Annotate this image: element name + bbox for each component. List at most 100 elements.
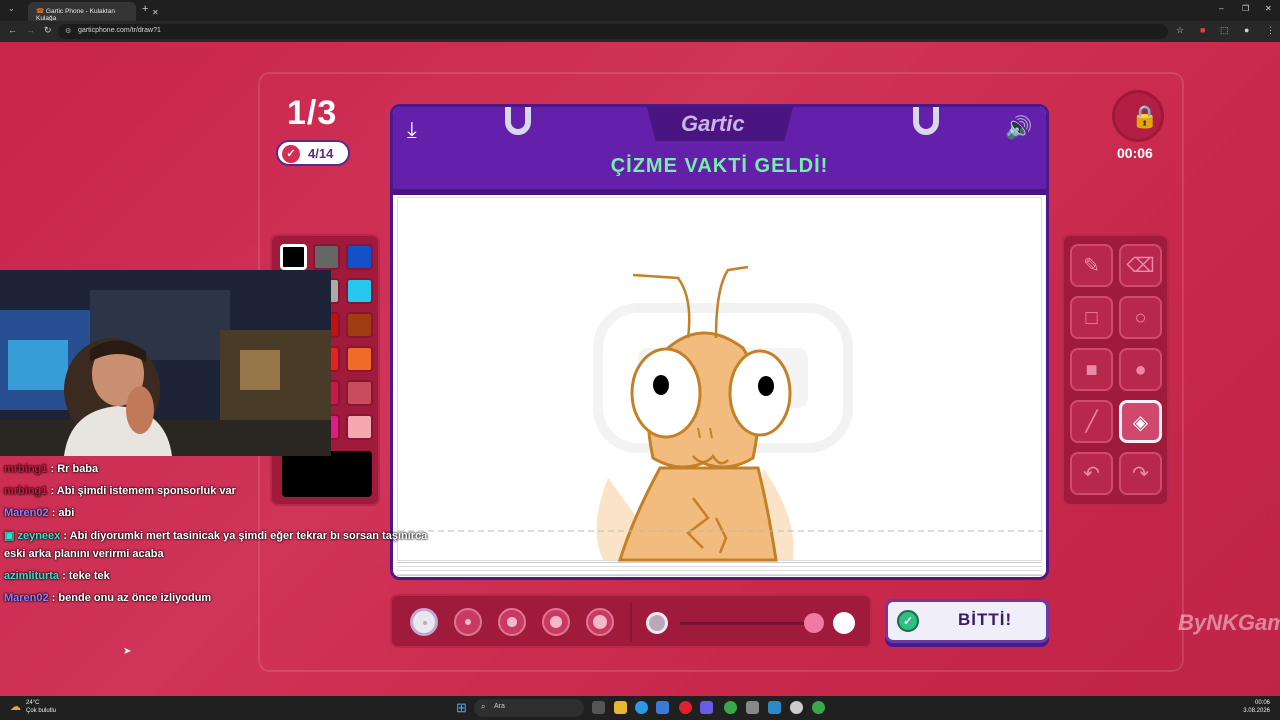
chat-message: azimliturta : teke tek xyxy=(4,570,110,582)
color-swatch[interactable] xyxy=(346,278,373,304)
weather-desc: Çok bulutlu xyxy=(26,708,57,714)
address-bar[interactable]: ⚙ garticphone.com/tr/draw?1 xyxy=(58,24,1168,39)
taskbar-search[interactable]: ⌕ Ara xyxy=(474,699,584,717)
brush-size-button[interactable] xyxy=(410,608,438,636)
chat-text: teke tek xyxy=(68,570,110,582)
brush-size-button[interactable] xyxy=(498,608,526,636)
edge-icon[interactable] xyxy=(635,701,648,714)
start-icon[interactable]: ⊞ xyxy=(456,700,467,716)
players-done-count: 4/14 xyxy=(308,146,334,161)
file-explorer-icon[interactable] xyxy=(614,701,627,714)
store-icon[interactable] xyxy=(656,701,669,714)
browser-toolbar: ← → ↻ ⚙ garticphone.com/tr/draw?1 ☆ ■ ⬚ … xyxy=(0,21,1280,42)
app-icon[interactable] xyxy=(790,701,803,714)
brush-size-button[interactable] xyxy=(454,608,482,636)
players-done-pill: ✓ 4/14 xyxy=(276,140,350,166)
weather-icon[interactable]: ☁ xyxy=(10,700,21,713)
youtube-icon[interactable] xyxy=(679,701,692,714)
opacity-slider-handle[interactable] xyxy=(804,613,824,633)
minimize-button[interactable]: – xyxy=(1219,4,1223,13)
chat-username: Maren02 xyxy=(4,507,49,519)
eye-left xyxy=(630,347,702,439)
chat-message: Maren02 : abi xyxy=(4,507,75,519)
done-button[interactable]: ✓ BİTTİ! xyxy=(885,599,1049,643)
ellipse-fill-tool[interactable]: ● xyxy=(1119,348,1162,391)
brush-size-dot xyxy=(422,620,428,626)
check-icon: ✓ xyxy=(282,145,300,163)
redo-button[interactable]: ↷ xyxy=(1119,452,1162,495)
phase-title: ÇİZME VAKTİ GELDİ! xyxy=(610,155,829,177)
reload-icon[interactable]: ↻ xyxy=(44,25,52,36)
search-icon: ⌕ xyxy=(481,702,486,711)
browser-tab[interactable]: ☎ Gartic Phone - Kulaktan Kulağa ✕ xyxy=(28,2,159,22)
chat-message: ▣ zeyneex : Abi diyorumki mert tasinicak… xyxy=(4,530,428,542)
brush-size-button[interactable] xyxy=(586,608,614,636)
tab-title: Gartic Phone - Kulaktan Kulağa xyxy=(36,8,115,22)
clock-date: 3.08.2026 xyxy=(1243,708,1270,714)
chrome-icon[interactable] xyxy=(812,701,825,714)
color-swatch[interactable] xyxy=(346,312,373,338)
profile-icon[interactable]: ● xyxy=(1244,25,1249,35)
chat-username: Maren02 xyxy=(4,592,49,604)
system-clock[interactable]: 00:06 3.08.2026 xyxy=(1240,699,1270,715)
pencil-tool[interactable]: ✎ xyxy=(1070,244,1113,287)
weather-temp: 24°C xyxy=(26,700,40,706)
color-swatch[interactable] xyxy=(346,414,373,440)
discord-icon[interactable] xyxy=(700,701,713,714)
back-icon[interactable]: ← xyxy=(8,25,17,35)
weather-widget[interactable]: 24°C Çok bulutlu xyxy=(26,699,56,715)
forward-icon[interactable]: → xyxy=(26,25,35,35)
color-swatch[interactable] xyxy=(346,244,373,270)
pupil-right xyxy=(758,376,774,396)
extensions-puzzle-icon[interactable]: ⬚ xyxy=(1220,25,1229,36)
extension-icon[interactable]: ■ xyxy=(1200,25,1205,35)
rectangle-fill-tool[interactable]: ■ xyxy=(1070,348,1113,391)
drawing-canvas[interactable] xyxy=(397,197,1043,562)
close-window-button[interactable]: ✕ xyxy=(1265,4,1272,13)
tab-search-icon[interactable]: ⌄ xyxy=(8,4,15,13)
color-swatch[interactable] xyxy=(346,346,373,372)
volume-icon[interactable]: 🔊 xyxy=(1005,115,1032,141)
brush-options-bar xyxy=(390,594,872,648)
chat-text: bende onu az önce izliyodum xyxy=(58,592,212,604)
brush-size-button[interactable] xyxy=(542,608,570,636)
webcam-overlay xyxy=(0,270,331,456)
bookmark-star-icon[interactable]: ☆ xyxy=(1176,25,1184,36)
app-icon[interactable] xyxy=(768,701,781,714)
chrome-icon[interactable] xyxy=(724,701,737,714)
menu-kebab-icon[interactable]: ⋮ xyxy=(1266,25,1275,36)
stream-watermark: ByNKGame xyxy=(1178,610,1280,635)
fill-tool[interactable]: ◈ xyxy=(1119,400,1162,443)
maximize-button[interactable]: ❐ xyxy=(1242,4,1249,13)
pencil-icon: ✎ xyxy=(1083,255,1100,277)
ellipse-outline-tool[interactable]: ○ xyxy=(1119,296,1162,339)
eraser-tool[interactable]: ⌫ xyxy=(1119,244,1162,287)
tab-close-icon[interactable]: ✕ xyxy=(152,8,159,17)
download-icon[interactable]: ⤓ xyxy=(407,117,417,143)
opacity-slider-track[interactable] xyxy=(680,622,818,625)
color-swatch[interactable] xyxy=(313,244,340,270)
line-tool[interactable]: ╱ xyxy=(1070,400,1113,443)
chat-text: Rr baba xyxy=(57,463,99,475)
site-info-icon[interactable]: ⚙ xyxy=(65,27,71,35)
chat-message-continuation: eski arka planını verirmi acaba xyxy=(4,548,164,560)
chat-username: mrbing1 xyxy=(4,485,48,497)
current-color-preview[interactable] xyxy=(282,451,372,497)
rectangle-outline-tool[interactable]: □ xyxy=(1070,296,1113,339)
brush-size-dot xyxy=(507,617,517,627)
webcam-scene xyxy=(0,270,331,456)
color-swatch[interactable] xyxy=(346,380,373,406)
obs-icon[interactable] xyxy=(746,701,759,714)
square-outline-icon: □ xyxy=(1085,307,1098,329)
search-label: Ara xyxy=(494,703,505,710)
new-tab-button[interactable]: + xyxy=(142,3,148,15)
header-stripe xyxy=(393,189,1046,195)
undo-button[interactable]: ↶ xyxy=(1070,452,1113,495)
color-swatch[interactable] xyxy=(280,244,307,270)
site-favicon-icon: ☎ xyxy=(36,8,45,15)
circle-filled-icon: ● xyxy=(1134,359,1147,381)
task-view-icon[interactable] xyxy=(592,701,605,714)
brush-size-dot xyxy=(550,616,562,628)
chat-message: mrbing1 : Rr baba xyxy=(4,463,99,475)
done-button-label: BİTTİ! xyxy=(958,610,1013,629)
